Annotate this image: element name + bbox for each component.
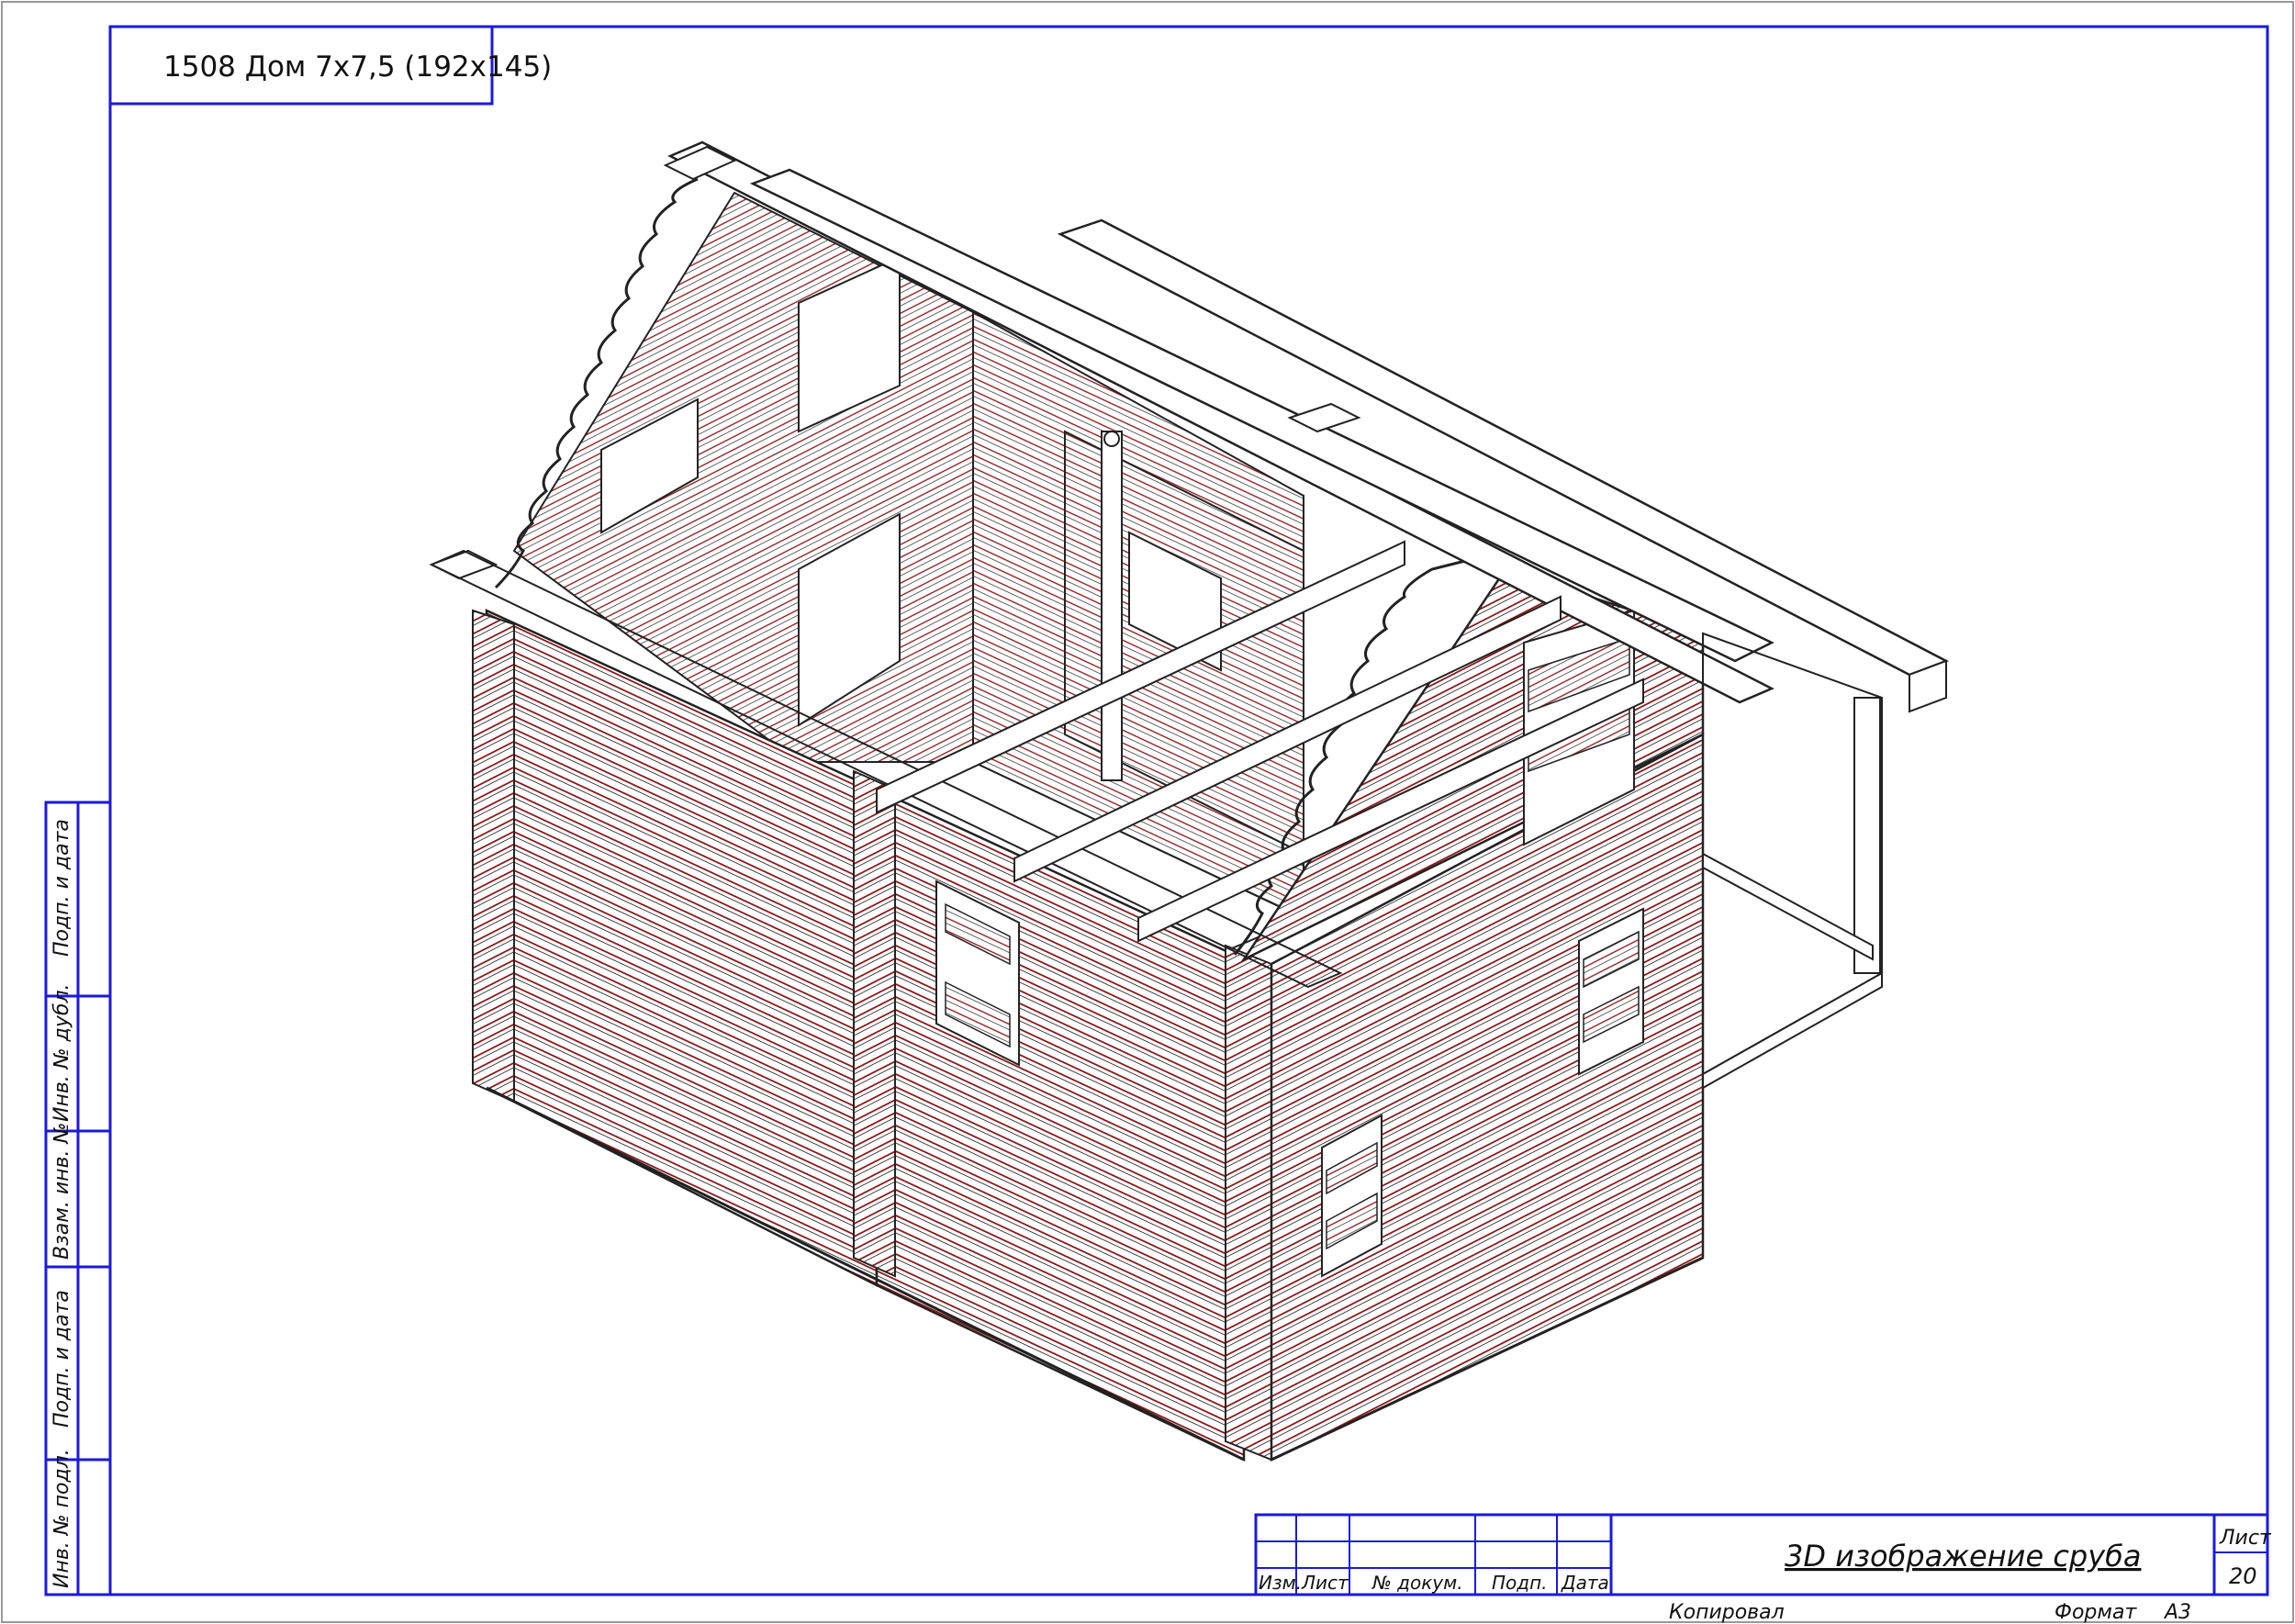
- side-stamp-cell-2: Инв. № дубл.: [50, 983, 73, 1122]
- center-post: [1101, 431, 1123, 781]
- header-list: Лист: [1301, 1572, 1349, 1594]
- format-value: А3: [2163, 1601, 2191, 1624]
- side-stamp: Подп. и дата Инв. № дубл. Взам. инв. № П…: [44, 801, 112, 1596]
- header-izm: Изм.: [1259, 1572, 1302, 1594]
- header-doc-number: № докум.: [1371, 1572, 1463, 1594]
- porch-floor-side: [1702, 852, 1874, 961]
- sheet-label: Лист: [2219, 1527, 2272, 1550]
- sheet-number: 20: [2229, 1563, 2257, 1589]
- post-bolt-icon: [1103, 431, 1120, 447]
- project-label-box: 1508 Дом 7х7,5 (192х145): [108, 25, 552, 106]
- drawing-sheet: 1508 Дом 7х7,5 (192х145) Подп. и дата Ин…: [1, 1, 2294, 1624]
- project-label: 1508 Дом 7х7,5 (192х145): [163, 50, 552, 84]
- corner-mid: [853, 769, 896, 1278]
- porch-floor-beam: [1702, 971, 1883, 1090]
- title-block: Изм. Лист № докум. Подп. Дата 3D изображ…: [1254, 1513, 2272, 1596]
- header-sign: Подп.: [1492, 1572, 1548, 1594]
- side-stamp-cell-1: Подп. и дата: [50, 819, 73, 957]
- log-house-drawing: [429, 140, 1950, 1462]
- porch-post: [1853, 697, 1881, 974]
- side-stamp-cell-3: Взам. инв. №: [50, 1123, 73, 1260]
- corner-front-right: [1225, 944, 1272, 1462]
- drawing-title: 3D изображение сруба: [1785, 1539, 2142, 1574]
- header-date: Дата: [1561, 1572, 1609, 1594]
- side-stamp-cell-4: Подп. и дата: [50, 1290, 73, 1428]
- copied-label: Копировал: [1669, 1601, 1785, 1624]
- corner-left: [472, 609, 515, 1103]
- side-stamp-cell-5: Инв. № подл.: [50, 1449, 73, 1588]
- format-label: Формат: [2054, 1601, 2137, 1624]
